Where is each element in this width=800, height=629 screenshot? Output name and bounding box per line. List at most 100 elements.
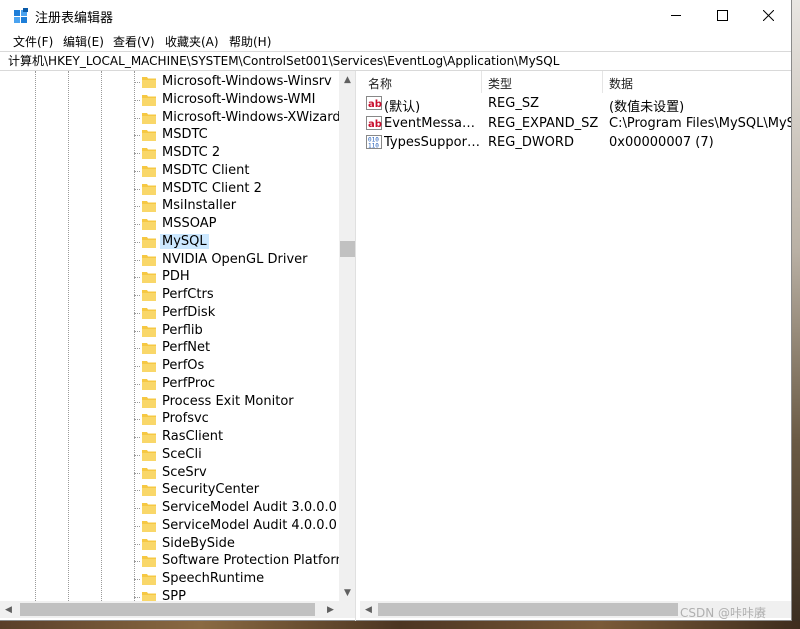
tree-connector: [134, 135, 140, 137]
tree-item[interactable]: SideBySide: [134, 535, 339, 553]
tree-guide-line: [101, 71, 102, 601]
folder-icon: [142, 236, 156, 248]
folder-icon: [142, 396, 156, 408]
tree-item-label: PerfProc: [162, 375, 216, 391]
tree-item-label: NVIDIA OpenGL Driver: [162, 251, 308, 267]
tree-item[interactable]: MSDTC Client 2: [134, 180, 339, 198]
string-value-icon: ab: [366, 115, 382, 130]
tree-connector: [134, 543, 140, 545]
tree-item[interactable]: RasClient: [134, 428, 339, 446]
folder-icon: [142, 414, 156, 426]
folder-icon: [142, 574, 156, 585]
tree-connector: [134, 454, 140, 456]
close-button[interactable]: [745, 0, 791, 31]
tree-item-label: SceCli: [162, 446, 202, 462]
tree-item[interactable]: PerfOs: [134, 357, 339, 375]
menu-view[interactable]: 查看(V): [113, 33, 155, 50]
tree-item[interactable]: MSDTC Client: [134, 162, 339, 180]
folder-icon: [142, 467, 156, 479]
tree-item[interactable]: Microsoft-Windows-Winsrv: [134, 73, 339, 91]
tree-item[interactable]: NVIDIA OpenGL Driver: [134, 251, 339, 269]
tree-item[interactable]: ServiceModel Audit 4.0.0.0: [134, 517, 339, 535]
tree-item[interactable]: SceCli: [134, 446, 339, 464]
values-list-pane[interactable]: 名称 类型 数据 ab (默认) REG_SZ (数值未设置) ab EventMessa…: [360, 71, 791, 621]
folder-icon: [142, 165, 156, 177]
tree-item[interactable]: MSDTC 2: [134, 144, 339, 162]
menu-help[interactable]: 帮助(H): [229, 33, 271, 50]
tree-item[interactable]: Perflib: [134, 322, 339, 340]
tree-item[interactable]: SecurityCenter: [134, 481, 339, 499]
maximize-icon: [716, 10, 728, 21]
tree-item-label: Perflib: [162, 322, 203, 338]
scroll-up-arrow-icon[interactable]: ▲: [339, 71, 355, 88]
registry-editor-app-icon: [14, 8, 28, 23]
folder-icon: [142, 538, 156, 550]
column-header-type[interactable]: 类型: [488, 75, 512, 92]
tree-connector: [134, 117, 140, 119]
folder-icon: [142, 378, 156, 390]
tree-item[interactable]: Profsvc: [134, 410, 339, 428]
tree-connector: [134, 490, 140, 492]
tree-item[interactable]: PerfDisk: [134, 304, 339, 322]
tree-item[interactable]: MSSOAP: [134, 215, 339, 233]
column-divider[interactable]: [602, 71, 603, 93]
tree-item-label: MySQL: [160, 233, 209, 249]
tree-item[interactable]: PerfProc: [134, 375, 339, 393]
key-tree-pane[interactable]: Microsoft-Windows-Winsrv Microsoft-Window…: [0, 71, 356, 621]
maximize-button[interactable]: [699, 0, 745, 31]
address-bar[interactable]: 计算机\HKEY_LOCAL_MACHINE\SYSTEM\ControlSet…: [0, 51, 791, 71]
tree-item[interactable]: SpeechRuntime: [134, 570, 339, 588]
tree-item[interactable]: MsiInstaller: [134, 197, 339, 215]
window-title: 注册表编辑器: [35, 11, 114, 26]
tree-item[interactable]: PerfCtrs: [134, 286, 339, 304]
tree-item[interactable]: SceSrv: [134, 464, 339, 482]
folder-icon: [142, 485, 156, 497]
tree-item-label: PerfNet: [162, 340, 211, 356]
folder-icon: [142, 343, 156, 355]
tree-horizontal-scrollbar[interactable]: ◀ ▶: [0, 601, 339, 618]
list-horizontal-scroll-thumb[interactable]: [378, 603, 678, 616]
tree-vertical-scroll-thumb[interactable]: [340, 241, 355, 257]
tree-connector: [134, 295, 140, 296]
tree-item[interactable]: Process Exit Monitor: [134, 393, 339, 411]
tree-item[interactable]: Microsoft-Windows-WMI: [134, 91, 339, 109]
tree-item-label: Software Protection Platform Service: [162, 553, 355, 569]
registry-value-row[interactable]: 010 110 TypesSupported REG_DWORD 0x00000007 …: [360, 133, 791, 152]
scroll-down-arrow-icon[interactable]: ▼: [339, 584, 355, 601]
tree-item[interactable]: PerfNet: [134, 339, 339, 357]
tree-item[interactable]: Software Protection Platform Service: [134, 552, 355, 570]
folder-icon: [142, 503, 156, 514]
tree-item-label: MSDTC 2: [162, 145, 221, 160]
folder-icon: [142, 201, 156, 213]
tree-vertical-scrollbar[interactable]: ▲ ▼: [339, 71, 355, 601]
tree-item[interactable]: Microsoft-Windows-XWizards: [134, 109, 347, 127]
tree-horizontal-scroll-thumb[interactable]: [20, 603, 315, 616]
folder-icon: [142, 307, 156, 319]
column-divider[interactable]: [481, 71, 482, 93]
value-type: REG_EXPAND_SZ: [488, 115, 599, 131]
svg-text:ab: ab: [368, 99, 382, 110]
tree-item[interactable]: ServiceModel Audit 3.0.0.0: [134, 499, 339, 517]
minimize-button[interactable]: [653, 0, 699, 31]
registry-value-row[interactable]: ab (默认) REG_SZ (数值未设置): [360, 94, 791, 115]
value-type: REG_SZ: [488, 96, 539, 111]
column-header-data[interactable]: 数据: [609, 75, 633, 92]
tree-item[interactable]: MySQL: [134, 233, 339, 251]
column-header-name[interactable]: 名称: [368, 75, 392, 92]
scroll-left-arrow-icon[interactable]: ◀: [0, 601, 17, 618]
minimize-icon: [670, 15, 681, 16]
menu-edit[interactable]: 编辑(E): [63, 33, 104, 50]
registry-value-row[interactable]: abEventMessageFile REG_EXPAND_SZ C:\Progra…: [360, 114, 791, 133]
tree-item-label: SideBySide: [162, 535, 235, 551]
title-bar[interactable]: 注册表编辑器: [0, 0, 791, 31]
tree-item[interactable]: PDH: [134, 268, 339, 286]
desktop-background-right: [792, 0, 800, 629]
folder-icon: [142, 254, 156, 266]
tree-connector: [134, 525, 140, 527]
scroll-left-arrow-icon[interactable]: ◀: [360, 601, 377, 618]
menu-file[interactable]: 文件(F): [13, 33, 53, 50]
value-data: (数值未设置): [609, 100, 685, 115]
menu-favorites[interactable]: 收藏夹(A): [165, 33, 219, 50]
tree-item[interactable]: MSDTC: [134, 126, 339, 144]
scroll-right-arrow-icon[interactable]: ▶: [322, 601, 339, 618]
